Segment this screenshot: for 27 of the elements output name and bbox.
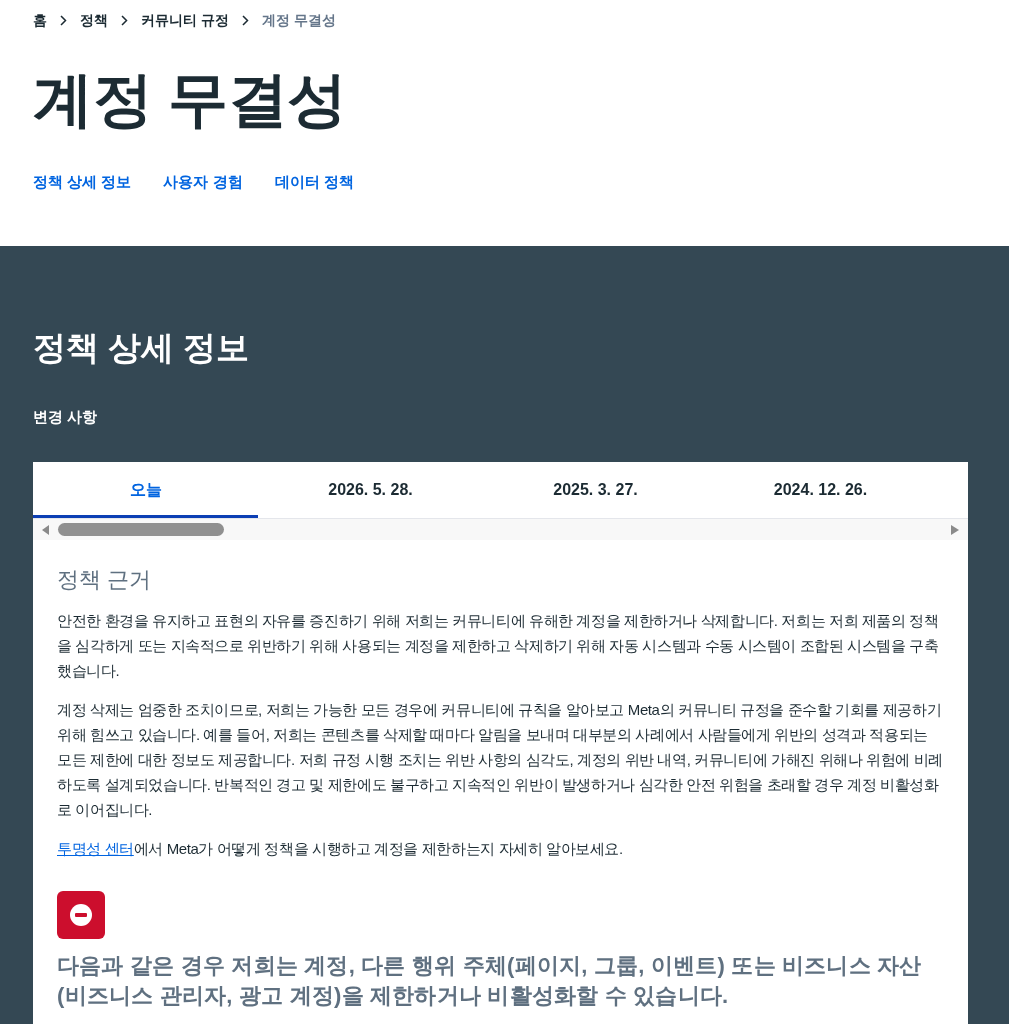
date-tab[interactable]: 2024. 12. 26.	[708, 462, 933, 518]
scrollbar-thumb[interactable]	[58, 523, 224, 536]
changes-label: 변경 사항	[33, 407, 99, 427]
section-title: 정책 상세 정보	[33, 328, 251, 368]
chevron-right-icon	[241, 14, 249, 26]
page-title: 계정 무결성	[33, 65, 348, 135]
date-tab[interactable]: 2026. 5. 28.	[258, 462, 483, 518]
page-nav-link[interactable]: 데이터 정책	[274, 171, 354, 193]
transparency-center-link[interactable]: 투명성 센터	[57, 840, 134, 857]
page-nav-link[interactable]: 정책 상세 정보	[33, 171, 132, 193]
breadcrumb-current: 계정 무결성	[261, 11, 336, 30]
chevron-right-icon	[121, 14, 128, 26]
page-nav-link[interactable]: 사용자 경험	[163, 171, 243, 193]
horizontal-scrollbar[interactable]	[33, 519, 968, 540]
section-heading: 정책 근거	[57, 566, 153, 594]
right-arrow-icon[interactable]	[951, 524, 959, 535]
breadcrumb-link[interactable]: 커뮤니티 규정	[141, 10, 229, 30]
left-arrow-icon[interactable]	[42, 524, 50, 535]
chevron-right-icon	[60, 14, 67, 26]
paragraph-text: 안전한 환경을 유지하고 표현의 자유를 증진하기 위해 저희는 커뮤니티에 유해한 계정을 제한하거나 삭제합니다. 저희는 저희 제품의 정책을 심각하게 또는 지속적으로 위반하기 위해 사용되는 계정을 제한하고 삭제하기 위해 자동 시스템과 수동 시스템이 조합된 시스템을 구축했습니다.	[57, 611, 940, 681]
paragraph-text: 계정 삭제는 엄중한 조치이므로, 저희는 가능한 모든 경우에 커뮤니티에 규칙을 알아보고 Meta의 커뮤니티 규정을 준수할 기회를 제공하기 위해 힘쓰고 있습니다. 예를 들어, 저희는 콘텐츠를 삭제할 때마다 알림을 보내며 대부분의 사례에서 사람들에게 위반의 성격과 적용되는 모든 제한에 대한 정보도 제공합니다. 저희 규정 시행 조치는 위반 사항의 심각도, 계정의 위반 내역, 커뮤니티에 가해진 위해나 위험에 비례하도록 설계되었습니다. 반복적인 경고 및 제한에도 불구하고 지속적인 위반이 발생하거나 심각한 안전 위험을 초래할 경우 계정 비활성화로 이어집니다.	[57, 700, 944, 820]
breadcrumb-link[interactable]: 홈	[33, 10, 47, 30]
paragraph-text: 투명성 센터에서 Meta가 어떻게 정책을 시행하고 계정을 제한하는지 자세히 알아보세요.	[57, 839, 624, 859]
no-entry-icon	[57, 891, 105, 939]
date-tab[interactable]: 2025. 3. 27.	[483, 462, 708, 518]
notice-heading: 다음과 같은 경우 저희는 계정, 다른 행위 주체(페이지, 그룹, 이벤트) 또는 비즈니스 자산(비즈니스 관리자, 광고 계정)을 제한하거나 비활성화할 수 있습니다.	[57, 952, 923, 1010]
breadcrumb-link[interactable]: 정책	[80, 10, 108, 30]
